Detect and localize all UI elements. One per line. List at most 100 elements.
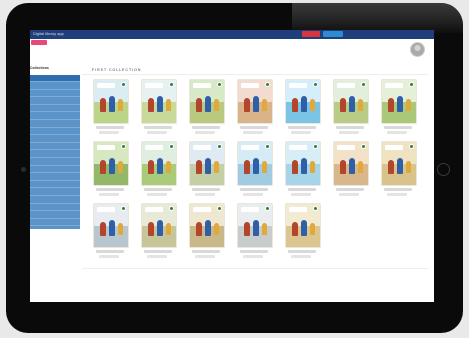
- book-cover[interactable]: [334, 142, 368, 185]
- cover-figure: [109, 220, 115, 236]
- cover-figure: [157, 158, 163, 174]
- book-caption-sub: [243, 193, 263, 196]
- sidebar-item[interactable]: [30, 136, 80, 143]
- sidebar-item[interactable]: [30, 181, 80, 189]
- cover-figure: [157, 96, 163, 112]
- level-badge-icon: [313, 206, 318, 211]
- book-caption-sub: [291, 255, 311, 258]
- cover-figure: [196, 160, 202, 174]
- book-cover[interactable]: [190, 204, 224, 247]
- book-title: [289, 207, 307, 212]
- cover-figure: [196, 222, 202, 236]
- level-badge-icon: [217, 206, 222, 211]
- level-badge-icon: [121, 206, 126, 211]
- book-cover[interactable]: [190, 142, 224, 185]
- book-caption-sub: [339, 131, 359, 134]
- footer-divider: [82, 268, 428, 269]
- cover-figure: [406, 99, 411, 111]
- level-badge-icon: [169, 144, 174, 149]
- book-title: [289, 83, 307, 88]
- book-caption: [144, 250, 172, 253]
- book-cover[interactable]: [94, 142, 128, 185]
- user-avatar[interactable]: [410, 42, 425, 57]
- book-cover[interactable]: [286, 204, 320, 247]
- sidebar-item[interactable]: [30, 121, 80, 128]
- sidebar-item[interactable]: [30, 166, 80, 174]
- cover-figure: [166, 223, 171, 235]
- book-caption: [384, 188, 412, 191]
- level-badge-icon: [169, 82, 174, 87]
- sidebar-item[interactable]: [30, 143, 80, 151]
- cover-figure: [349, 96, 355, 112]
- book-caption: [192, 126, 220, 129]
- sidebar-item[interactable]: [30, 219, 80, 227]
- sidebar-item[interactable]: [30, 204, 80, 212]
- book-cover[interactable]: [238, 80, 272, 123]
- book-caption-sub: [243, 131, 263, 134]
- book-title: [145, 83, 163, 88]
- book-cover[interactable]: [334, 80, 368, 123]
- cover-figure: [349, 158, 355, 174]
- cover-figure: [292, 222, 298, 236]
- book-caption: [96, 126, 124, 129]
- book-title: [97, 145, 115, 150]
- book-cover[interactable]: [142, 204, 176, 247]
- sidebar-item[interactable]: [30, 113, 80, 120]
- cover-figure: [397, 158, 403, 174]
- cover-figure: [100, 222, 106, 236]
- book-cover[interactable]: [286, 142, 320, 185]
- sidebar-item[interactable]: [30, 90, 80, 98]
- cover-figure: [301, 158, 307, 174]
- book-title: [97, 207, 115, 212]
- sidebar-item[interactable]: [30, 174, 80, 181]
- sidebar-header: Collections: [30, 66, 49, 70]
- cover-figure: [292, 98, 298, 112]
- header-blue-button[interactable]: [323, 31, 343, 37]
- cover-figure: [388, 160, 394, 174]
- cover-figure: [340, 160, 346, 174]
- sidebar-item[interactable]: [30, 83, 80, 90]
- cover-figure: [292, 160, 298, 174]
- sidebar-nav: [30, 75, 80, 229]
- book-cover[interactable]: [382, 80, 416, 123]
- cover-figure: [148, 98, 154, 112]
- book-title: [241, 83, 259, 88]
- app-title: Digital library app: [33, 31, 64, 36]
- book-cover[interactable]: [94, 80, 128, 123]
- home-button[interactable]: [437, 163, 450, 176]
- header-account-link[interactable]: [348, 32, 430, 36]
- cover-figure: [196, 98, 202, 112]
- book-cover[interactable]: [142, 142, 176, 185]
- cover-figure: [340, 98, 346, 112]
- sidebar-item[interactable]: [30, 75, 80, 82]
- cover-figure: [214, 161, 219, 173]
- book-cover[interactable]: [238, 204, 272, 247]
- book-cover[interactable]: [190, 80, 224, 123]
- book-cover[interactable]: [238, 142, 272, 185]
- sidebar-item[interactable]: [30, 98, 80, 105]
- cover-figure: [244, 222, 250, 236]
- book-caption-sub: [99, 131, 119, 134]
- level-badge-icon: [313, 82, 318, 87]
- book-cover[interactable]: [142, 80, 176, 123]
- book-cover[interactable]: [382, 142, 416, 185]
- sidebar-item[interactable]: [30, 197, 80, 204]
- book-cover[interactable]: [94, 204, 128, 247]
- level-badge-icon: [169, 206, 174, 211]
- sidebar-item[interactable]: [30, 128, 80, 136]
- pink-tab-button[interactable]: [31, 40, 47, 45]
- cover-figure: [109, 158, 115, 174]
- camera-dot: [21, 167, 26, 172]
- book-caption: [144, 126, 172, 129]
- cover-figure: [244, 98, 250, 112]
- sidebar-item[interactable]: [30, 105, 80, 113]
- sidebar-item[interactable]: [30, 212, 80, 219]
- cover-figure: [310, 161, 315, 173]
- sidebar-item[interactable]: [30, 189, 80, 196]
- book-caption: [144, 188, 172, 191]
- header-red-button[interactable]: [302, 31, 320, 37]
- book-cover[interactable]: [286, 80, 320, 123]
- book-caption-sub: [147, 255, 167, 258]
- sidebar-item[interactable]: [30, 159, 80, 166]
- sidebar-item[interactable]: [30, 151, 80, 158]
